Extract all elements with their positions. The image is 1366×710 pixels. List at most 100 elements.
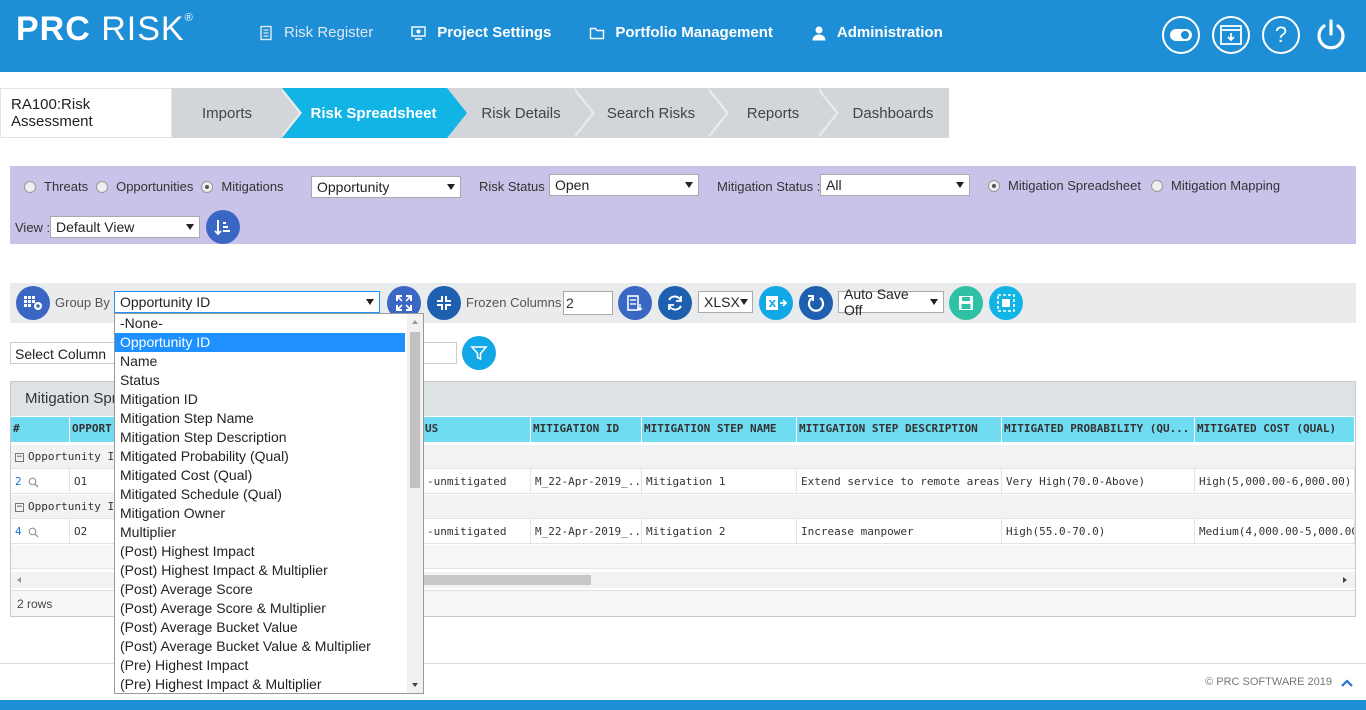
dropdown-option[interactable]: (Post) Highest Impact bbox=[115, 542, 423, 561]
nav-project-settings[interactable]: Project Settings bbox=[411, 24, 551, 41]
col-header-number[interactable]: # bbox=[11, 417, 70, 442]
filter-icon bbox=[470, 346, 488, 361]
undo-icon bbox=[807, 295, 825, 312]
dropdown-option[interactable]: Mitigation ID bbox=[115, 390, 423, 409]
risk-status-select[interactable]: Open bbox=[549, 174, 699, 196]
tab-strip: Imports Risk Spreadsheet Risk Details Se… bbox=[172, 88, 949, 138]
column-filter-input[interactable] bbox=[420, 342, 457, 364]
col-header-status[interactable]: US bbox=[423, 417, 531, 442]
nav-administration[interactable]: Administration bbox=[811, 24, 943, 41]
folder-icon bbox=[590, 27, 605, 39]
group-settings-button[interactable] bbox=[16, 286, 50, 320]
collapse-group-icon[interactable]: − bbox=[15, 502, 24, 512]
col-header-step-name[interactable]: MITIGATION STEP NAME bbox=[642, 417, 797, 442]
dropdown-option[interactable]: Mitigation Step Description bbox=[115, 428, 423, 447]
dropdown-option[interactable]: (Pre) Highest Impact bbox=[115, 656, 423, 675]
select-all-button[interactable] bbox=[989, 286, 1023, 320]
group-by-dropdown-list: -None- Opportunity ID Name Status Mitigation… bbox=[114, 313, 424, 694]
tab-imports[interactable]: Imports bbox=[172, 88, 282, 138]
dropdown-scroll-thumb[interactable] bbox=[410, 332, 420, 488]
dropdown-option[interactable]: Mitigated Schedule (Qual) bbox=[115, 485, 423, 504]
scroll-up-icon[interactable] bbox=[411, 319, 419, 325]
col-header-mitigated-cost[interactable]: MITIGATED COST (QUAL) bbox=[1195, 417, 1355, 442]
chevron-down-icon bbox=[930, 299, 938, 305]
download-window-button[interactable] bbox=[1212, 16, 1250, 54]
nav-risk-register[interactable]: Risk Register bbox=[258, 24, 373, 41]
dropdown-option[interactable]: Mitigation Owner bbox=[115, 504, 423, 523]
dropdown-option[interactable]: Status bbox=[115, 371, 423, 390]
export-format-select[interactable]: XLSX bbox=[698, 291, 753, 313]
breadcrumb-tabs: RA100:Risk Assessment Imports Risk Sprea… bbox=[0, 88, 949, 138]
dropdown-option[interactable]: Mitigated Cost (Qual) bbox=[115, 466, 423, 485]
scroll-left-icon[interactable] bbox=[15, 576, 23, 584]
dropdown-option[interactable]: Multiplier bbox=[115, 523, 423, 542]
mitigation-status-value: All bbox=[826, 177, 842, 193]
magnifier-icon[interactable] bbox=[28, 477, 39, 488]
dropdown-option[interactable]: -None- bbox=[115, 314, 423, 333]
collapse-all-button[interactable] bbox=[427, 286, 461, 320]
step-name-cell: Mitigation 1 bbox=[642, 469, 797, 493]
nav-label: Portfolio Management bbox=[615, 24, 773, 41]
dropdown-option[interactable]: (Post) Highest Impact & Multiplier bbox=[115, 561, 423, 580]
col-header-step-description[interactable]: MITIGATION STEP DESCRIPTION bbox=[797, 417, 1002, 442]
scroll-down-icon[interactable] bbox=[411, 682, 419, 688]
col-header-opportunity[interactable]: OPPORT bbox=[70, 417, 120, 442]
col-header-mitigation-id[interactable]: MITIGATION ID bbox=[531, 417, 642, 442]
radio-mitigations[interactable] bbox=[201, 180, 214, 193]
dropdown-option[interactable]: Opportunity ID bbox=[115, 333, 405, 352]
radio-opportunities-label: Opportunities bbox=[116, 179, 194, 194]
mitigation-status-select[interactable]: All bbox=[820, 174, 970, 196]
magnifier-icon[interactable] bbox=[28, 527, 39, 538]
refresh-button[interactable] bbox=[658, 286, 692, 320]
expand-icon bbox=[396, 295, 412, 311]
filter-button[interactable] bbox=[462, 336, 496, 370]
dropdown-option[interactable]: Mitigation Step Name bbox=[115, 409, 423, 428]
row-number-cell[interactable]: 2 bbox=[11, 469, 70, 493]
nav-portfolio-management[interactable]: Portfolio Management bbox=[589, 24, 773, 41]
freeze-apply-button[interactable] bbox=[618, 286, 652, 320]
dropdown-option[interactable]: (Post) Average Bucket Value bbox=[115, 618, 423, 637]
tab-separator bbox=[706, 88, 729, 138]
logout-button[interactable] bbox=[1312, 16, 1350, 54]
radio-threats[interactable] bbox=[24, 180, 36, 193]
type-select[interactable]: Opportunity bbox=[311, 176, 461, 198]
export-format-value: XLSX bbox=[704, 294, 740, 310]
app-logo[interactable]: PRC RISK® bbox=[16, 10, 194, 49]
dropdown-option[interactable]: (Post) Average Bucket Value & Multiplier bbox=[115, 637, 423, 656]
radio-mitigation-spreadsheet[interactable] bbox=[988, 179, 1000, 192]
auto-save-select[interactable]: Auto Save Off bbox=[838, 286, 944, 318]
scroll-to-top-icon[interactable] bbox=[1340, 676, 1354, 690]
radio-mitigation-mapping[interactable] bbox=[1150, 179, 1163, 192]
user-icon bbox=[812, 26, 826, 40]
select-column-dropdown[interactable]: Select Column bbox=[10, 342, 126, 364]
chevron-down-icon bbox=[186, 224, 194, 230]
dropdown-option[interactable]: (Post) Average Score & Multiplier bbox=[115, 599, 423, 618]
scroll-thumb[interactable] bbox=[423, 575, 591, 585]
scroll-right-icon[interactable] bbox=[1341, 576, 1349, 584]
collapse-group-icon[interactable]: − bbox=[15, 452, 24, 462]
dropdown-option[interactable]: Name bbox=[115, 352, 423, 371]
row-number-cell[interactable]: 4 bbox=[11, 519, 70, 543]
dropdown-scrollbar[interactable] bbox=[407, 314, 423, 693]
group-by-select[interactable]: Opportunity ID bbox=[114, 291, 380, 313]
col-header-mitigated-probability[interactable]: MITIGATED PROBABILITY (QU... bbox=[1002, 417, 1195, 442]
dropdown-option[interactable]: (Post) Average Score bbox=[115, 580, 423, 599]
tab-separator bbox=[279, 88, 302, 138]
dropdown-option[interactable]: (Pre) Highest Impact & Multiplier bbox=[115, 675, 423, 693]
toggle-button[interactable] bbox=[1162, 16, 1200, 54]
radio-opportunities[interactable] bbox=[96, 180, 109, 193]
frozen-columns-input[interactable]: 2 bbox=[563, 291, 613, 315]
dropdown-option[interactable]: Mitigated Probability (Qual) bbox=[115, 447, 423, 466]
chevron-down-icon bbox=[739, 299, 748, 305]
group-by-label: Group By : bbox=[55, 295, 118, 310]
view-select[interactable]: Default View bbox=[50, 216, 200, 238]
save-button[interactable] bbox=[949, 286, 983, 320]
tab-search-risks[interactable]: Search Risks bbox=[575, 88, 709, 138]
opportunity-cell: O2 bbox=[70, 519, 120, 543]
sort-button[interactable] bbox=[206, 210, 240, 244]
column-list-icon bbox=[627, 295, 643, 311]
tab-risk-spreadsheet[interactable]: Risk Spreadsheet bbox=[282, 88, 467, 138]
help-button[interactable]: ? bbox=[1262, 16, 1300, 54]
export-excel-button[interactable]: X bbox=[759, 286, 793, 320]
reset-button[interactable] bbox=[799, 286, 833, 320]
